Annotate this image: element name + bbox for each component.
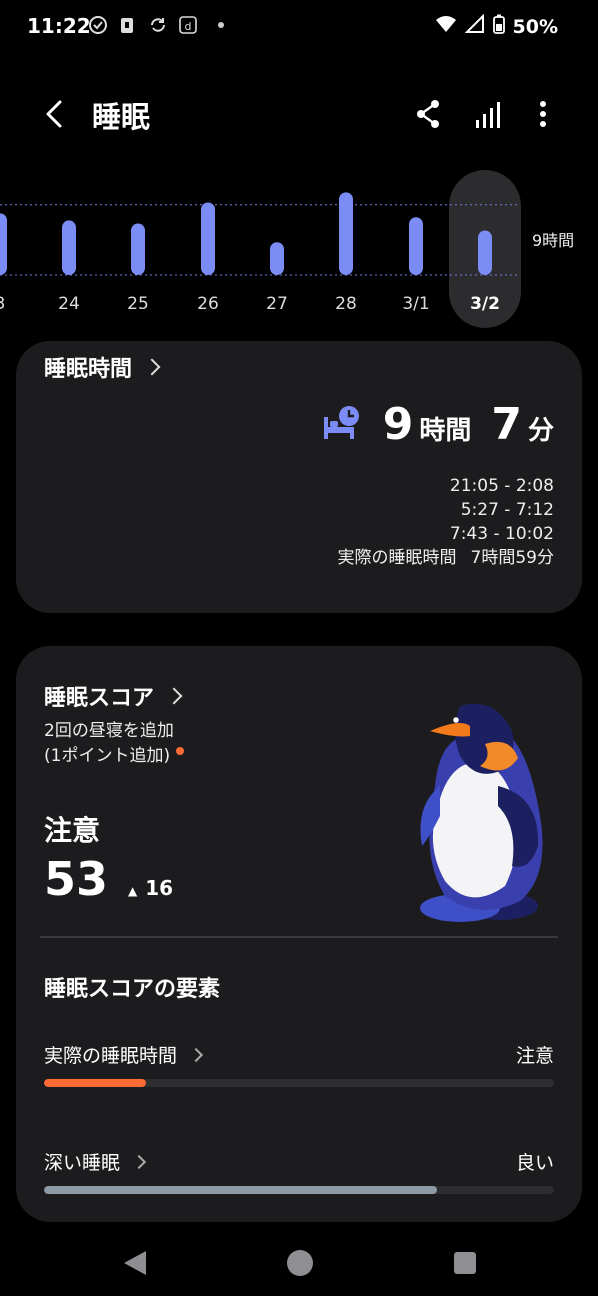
score-status: 注意 <box>44 814 101 847</box>
chevron-right-icon <box>143 358 161 376</box>
factor-label: 深い睡眠 <box>44 1152 121 1174</box>
svg-text:d: d <box>185 20 192 33</box>
factor-deep-sleep[interactable]: 深い睡眠 良い <box>44 1148 554 1208</box>
actual-sleep-label: 実際の睡眠時間 <box>337 548 457 568</box>
app-header: 睡眠 <box>0 80 598 150</box>
sleep-duration-title-label: 睡眠時間 <box>44 357 133 382</box>
battery-percent: 50% <box>512 15 558 38</box>
bed-clock-icon <box>321 403 361 447</box>
chart-bar[interactable] <box>409 217 423 275</box>
factor-label-row: 実際の睡眠時間 <box>44 1041 204 1068</box>
chart-bar[interactable] <box>131 223 145 275</box>
score-value: 53 <box>44 852 109 906</box>
factor-label-row: 深い睡眠 <box>44 1148 147 1175</box>
divider <box>40 936 558 938</box>
chart-bar[interactable] <box>201 202 215 275</box>
sleep-duration-title[interactable]: 睡眠時間 <box>44 351 161 383</box>
chart-tick-label[interactable]: 3/2 <box>470 294 500 314</box>
sleep-duration-total: 9 時間 7 分 <box>321 399 554 450</box>
battery-icon <box>492 14 505 39</box>
back-arrow-icon[interactable] <box>36 94 76 134</box>
nap-line-2: (1ポイント追加) <box>44 746 171 766</box>
factor-value: 注意 <box>515 1045 554 1067</box>
signal-icon <box>464 13 485 39</box>
sim-icon <box>118 15 138 35</box>
nap-line-1: 2回の昼寝を追加 <box>44 721 174 741</box>
chart-tick-label[interactable]: 3/1 <box>402 294 429 314</box>
chevron-right-icon <box>188 1047 204 1062</box>
sleep-score-title[interactable]: 睡眠スコア <box>44 680 183 712</box>
back-triangle-icon[interactable] <box>120 1248 150 1282</box>
score-row: 53 ▲ 16 <box>44 852 173 906</box>
wifi-icon <box>435 14 457 39</box>
chart-tick-label[interactable]: 26 <box>197 294 219 314</box>
share-icon[interactable] <box>410 94 446 134</box>
status-time: 11:22 <box>27 14 91 38</box>
chart-tick-label[interactable]: 25 <box>127 294 149 314</box>
sleep-duration-card[interactable]: 睡眠時間 9 時間 7 分 21:05 - 2:08 5:27 - 7:12 7… <box>16 341 582 613</box>
actual-sleep-line: 実際の睡眠時間 7時間59分 <box>338 546 554 570</box>
chart-tick-label[interactable]: 28 <box>335 294 357 314</box>
duration-minutes: 7 <box>491 399 522 450</box>
chart-bar[interactable] <box>0 213 7 275</box>
penguin-mascot-icon <box>400 696 560 930</box>
factor-label: 実際の睡眠時間 <box>44 1045 178 1067</box>
notification-icons: d <box>88 15 224 35</box>
duration-hours-unit: 時間 <box>419 416 472 446</box>
nap-info: 2回の昼寝を追加 (1ポイント追加) <box>44 719 185 769</box>
chart-tick-label[interactable]: 24 <box>58 294 80 314</box>
factor-progress-fill <box>44 1186 437 1194</box>
sleep-range: 21:05 - 2:08 <box>449 476 554 496</box>
factor-actual-sleep[interactable]: 実際の睡眠時間 注意 <box>44 1041 554 1101</box>
more-vert-icon[interactable] <box>525 94 561 134</box>
system-nav-bar <box>0 1232 598 1296</box>
home-circle-icon[interactable] <box>285 1248 315 1282</box>
factor-progress-bar <box>44 1186 554 1194</box>
factor-progress-fill <box>44 1079 146 1087</box>
status-right: 50% <box>435 13 558 39</box>
chart-bar[interactable] <box>478 230 492 275</box>
chevron-right-icon <box>165 687 183 705</box>
factor-progress-bar <box>44 1079 554 1087</box>
reference-line-label: 9時間 <box>532 231 575 250</box>
dot-icon <box>218 22 224 28</box>
sleep-ranges: 21:05 - 2:08 5:27 - 7:12 7:43 - 10:02 実際… <box>338 474 554 570</box>
up-triangle-icon: ▲ <box>128 884 138 898</box>
score-delta: 16 <box>145 876 174 900</box>
duration-minutes-unit: 分 <box>527 416 554 446</box>
page-title: 睡眠 <box>92 100 151 134</box>
d-icon: d <box>178 15 198 35</box>
sync-icon <box>148 15 168 35</box>
status-bar: 11:22 d 50% <box>0 0 598 52</box>
new-dot-icon <box>176 747 185 755</box>
factor-value: 良い <box>515 1152 554 1174</box>
chart-tick-label[interactable]: 3 <box>0 294 5 314</box>
recents-square-icon[interactable] <box>450 1248 480 1282</box>
actual-sleep-value: 7時間59分 <box>470 548 554 568</box>
chevron-right-icon <box>131 1154 147 1169</box>
chart-svg: 3 24 25 26 27 28 3/1 3/2 <box>0 170 521 328</box>
duration-hours: 9 <box>382 399 414 450</box>
chart-bar[interactable] <box>270 242 284 275</box>
chart-bar[interactable] <box>62 220 76 275</box>
sleep-score-card[interactable]: 睡眠スコア 2回の昼寝を追加 (1ポイント追加) 注意 53 ▲ 16 睡眠スコ… <box>16 646 582 1222</box>
sleep-bar-chart: 3 24 25 26 27 28 3/1 3/2 9時間 <box>0 165 598 335</box>
chart-bar[interactable] <box>339 192 353 275</box>
chart-tick-label[interactable]: 27 <box>266 294 288 314</box>
bar-chart-icon[interactable] <box>470 94 506 134</box>
sleep-range: 7:43 - 10:02 <box>449 524 554 544</box>
check-circle-icon <box>88 15 108 35</box>
factors-title: 睡眠スコアの要素 <box>44 977 221 1002</box>
sleep-score-title-label: 睡眠スコア <box>44 686 155 711</box>
sleep-range: 5:27 - 7:12 <box>460 500 554 520</box>
